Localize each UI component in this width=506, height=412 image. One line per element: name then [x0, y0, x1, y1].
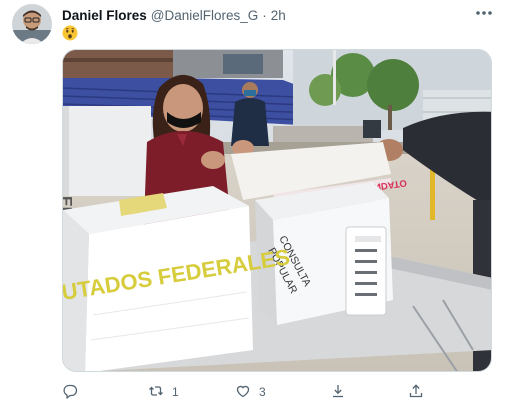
author-name[interactable]: Daniel Flores	[62, 8, 147, 23]
astonished-face-icon	[62, 25, 78, 41]
tweet-header: Daniel Flores @DanielFlores_G · 2h	[62, 6, 286, 24]
reply-button[interactable]	[62, 380, 78, 404]
retweet-button[interactable]: 1	[148, 380, 179, 404]
retweet-count: 1	[172, 385, 179, 399]
share-icon	[330, 383, 346, 402]
action-bar: 1 3	[62, 380, 492, 404]
upload-button[interactable]	[408, 380, 424, 404]
author-handle[interactable]: @DanielFlores_G	[151, 8, 259, 23]
upload-icon	[408, 383, 424, 402]
more-icon[interactable]	[474, 5, 494, 21]
tweet-text	[62, 23, 78, 43]
tweet-photo[interactable]: EL REVOCACION DE MANDATO	[62, 49, 492, 372]
like-count: 3	[259, 385, 266, 399]
share-button[interactable]	[330, 380, 346, 404]
reply-icon	[62, 383, 78, 402]
heart-icon	[235, 383, 251, 402]
like-button[interactable]: 3	[235, 380, 266, 404]
separator: ·	[262, 7, 267, 23]
retweet-icon	[148, 383, 164, 402]
tweet-card: Daniel Flores @DanielFlores_G · 2h EL MA…	[0, 0, 506, 412]
timestamp[interactable]: 2h	[271, 8, 286, 23]
avatar[interactable]	[12, 4, 52, 44]
